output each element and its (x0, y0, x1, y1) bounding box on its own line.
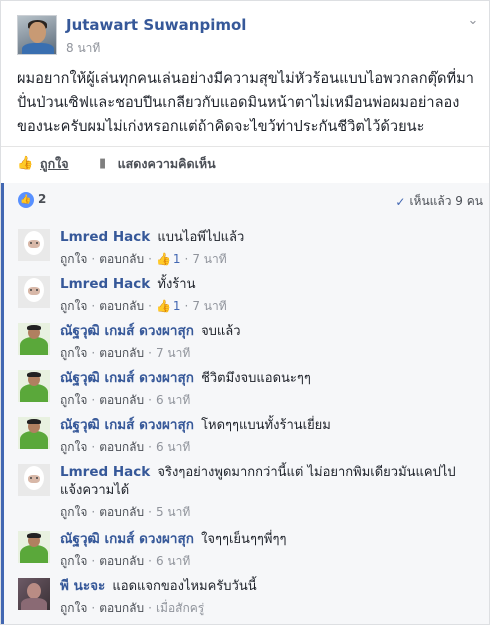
post-author-name[interactable]: Jutawart Suwanpimol (66, 16, 246, 34)
like-reaction-icon[interactable]: 👍 (18, 192, 34, 208)
comment-like-count[interactable]: 1 (173, 250, 181, 268)
comment-label: แสดงความคิดเห็น (117, 156, 216, 171)
comment-timestamp[interactable]: 7 นาที (156, 344, 190, 362)
comment-timestamp[interactable]: เมื่อสักครู่ (156, 599, 204, 617)
reactions-bar: 👍 2 ✓ เห็นแล้ว 9 คน (1, 183, 489, 217)
comment-like-link[interactable]: ถูกใจ (60, 391, 87, 409)
commenter-name[interactable]: Lmred Hack (60, 464, 150, 480)
comment-like-link[interactable]: ถูกใจ (60, 503, 87, 521)
like-button[interactable]: 👍 ถูกใจ (17, 154, 69, 174)
author-avatar[interactable] (17, 15, 57, 55)
commenter-avatar[interactable] (18, 370, 50, 402)
comment-text: แอดแจกของไหมครับวันนี้ (112, 579, 257, 594)
commenter-name[interactable]: Lmred Hack (60, 229, 150, 245)
comment-text: ชีวิตมึงจบแอดนะๆๆ (201, 371, 311, 386)
comment-timestamp[interactable]: 6 นาที (156, 391, 190, 409)
post-timestamp[interactable]: 8 นาที (66, 39, 100, 58)
comment-text: ทั้งร้าน (157, 277, 196, 292)
commenter-avatar[interactable] (18, 276, 50, 308)
thumbs-up-icon[interactable]: 👍 (156, 250, 171, 268)
comment-text: ใจๆๆเย็นๆๆพี่ๆๆ (201, 532, 287, 547)
like-label: ถูกใจ (40, 156, 69, 171)
post-card: Jutawart Suwanpimol 8 นาที ⌄ ผมอยากให้ผู… (0, 0, 490, 625)
commenter-avatar[interactable] (18, 229, 50, 261)
comment-timestamp[interactable]: 7 นาที (192, 297, 226, 315)
comment-reply-link[interactable]: ตอบกลับ (99, 391, 144, 409)
comment-button[interactable]: ▮ แสดงความคิดเห็น (95, 154, 216, 174)
commenter-name[interactable]: ณัฐวุฒิ เกมส์ ดวงผาสุก (60, 531, 194, 547)
comment-like-link[interactable]: ถูกใจ (60, 599, 87, 617)
chevron-down-icon[interactable]: ⌄ (465, 13, 481, 29)
comment-reply-link[interactable]: ตอบกลับ (99, 297, 144, 315)
post-text: ผมอยากให้ผู้เล่นทุกคนเล่นอย่างมีความสุขไ… (17, 70, 474, 135)
thumbs-up-icon[interactable]: 👍 (156, 297, 171, 315)
post-actions: 👍 ถูกใจ ▮ แสดงความคิดเห็น (17, 153, 242, 175)
comment-reply-link[interactable]: ตอบกลับ (99, 503, 144, 521)
comment-reply-link[interactable]: ตอบกลับ (99, 344, 144, 362)
comment-icon: ▮ (99, 156, 107, 171)
comment-text: โหดๆๆแบนทั้งร้านเยี่ยม (201, 418, 331, 433)
commenter-avatar[interactable] (18, 323, 50, 355)
comment-timestamp[interactable]: 7 นาที (192, 250, 226, 268)
comment-like-link[interactable]: ถูกใจ (60, 297, 87, 315)
comment-reply-link[interactable]: ตอบกลับ (99, 250, 144, 268)
commenter-avatar[interactable] (18, 531, 50, 563)
commenter-name[interactable]: Lmred Hack (60, 276, 150, 292)
comment-text: จบแล้ว (201, 324, 241, 339)
comment-reply-link[interactable]: ตอบกลับ (99, 438, 144, 456)
commenter-avatar[interactable] (18, 578, 50, 610)
comment-like-link[interactable]: ถูกใจ (60, 250, 87, 268)
comment-reply-link[interactable]: ตอบกลับ (99, 599, 144, 617)
comment-text: แบนไอพีไปแล้ว (157, 230, 245, 245)
comment-like-link[interactable]: ถูกใจ (60, 344, 87, 362)
comments-list: Lmred Hack แบนไอพีไปแล้ว ถูกใจ · ตอบกลับ ·… (1, 217, 489, 624)
thumbs-up-icon: 👍 (17, 156, 34, 171)
seen-by[interactable]: ✓ เห็นแล้ว 9 คน (395, 192, 483, 211)
comment-timestamp[interactable]: 6 นาที (156, 552, 190, 570)
commenter-avatar[interactable] (18, 417, 50, 449)
comment-like-link[interactable]: ถูกใจ (60, 438, 87, 456)
comment-timestamp[interactable]: 6 นาที (156, 438, 190, 456)
divider (1, 146, 489, 147)
reaction-count[interactable]: 2 (38, 192, 46, 206)
comment-like-link[interactable]: ถูกใจ (60, 552, 87, 570)
commenter-name[interactable]: ณัฐวุฒิ เกมส์ ดวงผาสุก (60, 370, 194, 386)
commenter-name[interactable]: ณัฐวุฒิ เกมส์ ดวงผาสุก (60, 323, 194, 339)
commenter-name[interactable]: ณัฐวุฒิ เกมส์ ดวงผาสุก (60, 417, 194, 433)
checkmark-icon: ✓ (395, 194, 406, 209)
seen-label: เห็นแล้ว 9 คน (409, 194, 483, 208)
comment-like-count[interactable]: 1 (173, 297, 181, 315)
comment-reply-link[interactable]: ตอบกลับ (99, 552, 144, 570)
commenter-avatar[interactable] (18, 464, 50, 496)
comment-timestamp[interactable]: 5 นาที (156, 503, 190, 521)
commenter-name[interactable]: พี นะจะ (60, 578, 105, 594)
